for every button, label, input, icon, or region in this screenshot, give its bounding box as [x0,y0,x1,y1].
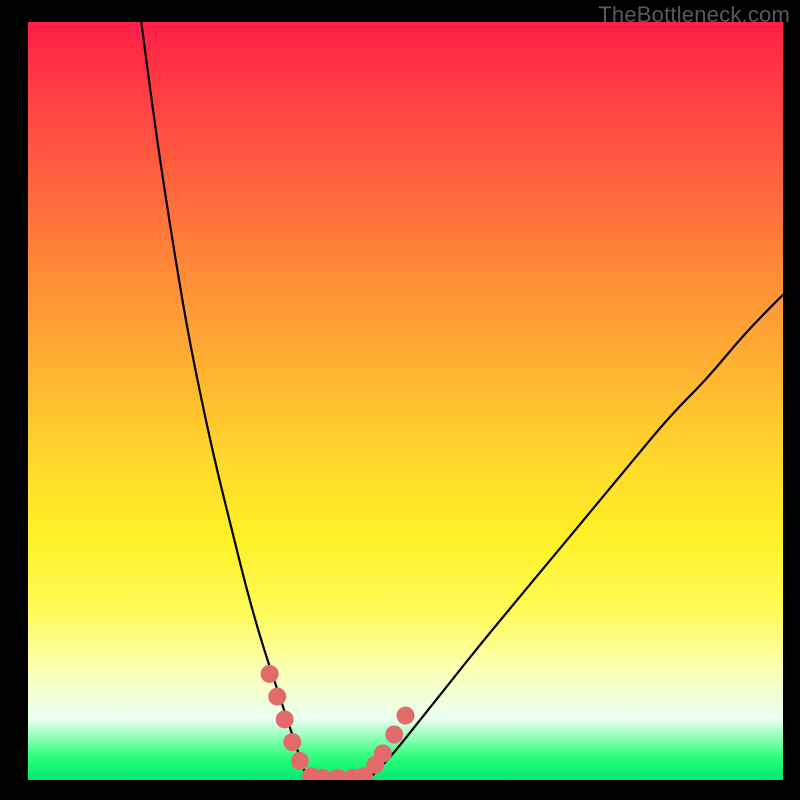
marker-dot [374,745,392,763]
marker-dot-group [261,665,415,780]
marker-dot [291,752,309,770]
line-series-group [141,22,783,780]
chart-frame: TheBottleneck.com [0,0,800,800]
marker-dot [276,710,294,728]
right-curve-path [368,295,783,780]
marker-dot [268,688,286,706]
marker-dot [283,733,301,751]
watermark-text: TheBottleneck.com [598,2,790,28]
marker-dot [397,707,415,725]
chart-svg [28,22,783,780]
marker-dot [261,665,279,683]
left-curve-path [141,22,307,780]
chart-plot-area [28,22,783,780]
marker-dot [385,726,403,744]
